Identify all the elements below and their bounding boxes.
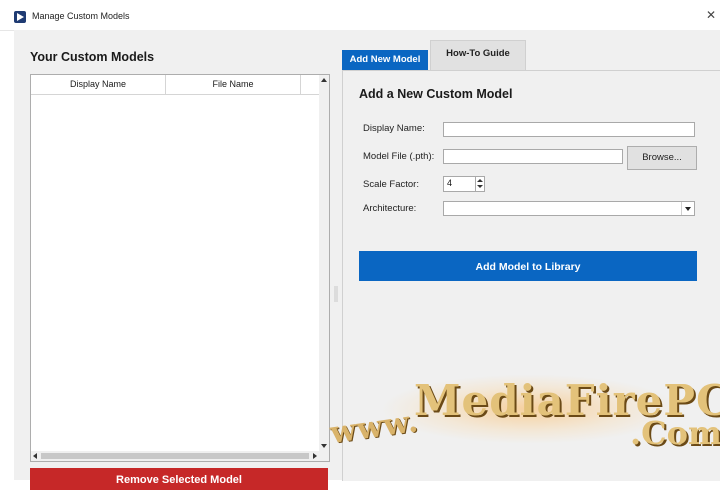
- spinner-arrows-icon[interactable]: [475, 177, 484, 191]
- vertical-scrollbar[interactable]: [319, 75, 329, 451]
- display-name-input[interactable]: [443, 122, 695, 137]
- tab-how-to-guide[interactable]: How-To Guide: [430, 40, 526, 71]
- close-icon[interactable]: ✕: [706, 8, 716, 22]
- window-title: Manage Custom Models: [32, 11, 130, 21]
- column-header-file-name[interactable]: File Name: [166, 75, 301, 95]
- section-title: Your Custom Models: [30, 50, 155, 64]
- scroll-corner: [319, 451, 329, 461]
- form-title: Add a New Custom Model: [359, 87, 513, 101]
- model-file-label: Model File (.pth):: [363, 151, 435, 162]
- scale-factor-stepper[interactable]: 4: [443, 176, 485, 192]
- add-model-button[interactable]: Add Model to Library: [359, 251, 697, 281]
- spin-up-icon[interactable]: [477, 179, 483, 182]
- architecture-select[interactable]: [443, 201, 695, 216]
- watermark-logo: www. MediaFirePC .Com: [327, 368, 720, 480]
- scroll-left-icon[interactable]: [33, 453, 37, 459]
- watermark-www: www.: [327, 403, 421, 452]
- scale-factor-label: Scale Factor:: [363, 179, 419, 190]
- scroll-right-icon[interactable]: [313, 453, 317, 459]
- watermark-com: .Com: [630, 414, 720, 452]
- pane-splitter[interactable]: [334, 286, 338, 302]
- models-list[interactable]: Display Name File Name: [30, 74, 330, 462]
- model-file-input[interactable]: [443, 149, 623, 164]
- scroll-down-icon[interactable]: [321, 444, 327, 448]
- scroll-up-icon[interactable]: [321, 78, 327, 82]
- column-header-extra[interactable]: [301, 75, 319, 95]
- custom-models-pane: Your Custom Models Display Name File Nam…: [14, 30, 342, 490]
- remove-model-button[interactable]: Remove Selected Model: [30, 468, 328, 490]
- app-icon: [14, 11, 26, 23]
- horizontal-scrollbar[interactable]: [31, 451, 319, 461]
- tab-add-new-model[interactable]: Add New Model: [342, 50, 428, 70]
- spin-down-icon[interactable]: [477, 185, 483, 188]
- architecture-label: Architecture:: [363, 203, 417, 214]
- title-bar: Manage Custom Models ✕: [0, 0, 720, 31]
- chevron-down-icon[interactable]: [681, 202, 694, 215]
- display-name-label: Display Name:: [363, 123, 425, 134]
- scroll-thumb[interactable]: [41, 453, 309, 459]
- browse-button[interactable]: Browse...: [627, 146, 697, 170]
- scale-factor-value: 4: [447, 178, 453, 188]
- column-header-display-name[interactable]: Display Name: [31, 75, 166, 95]
